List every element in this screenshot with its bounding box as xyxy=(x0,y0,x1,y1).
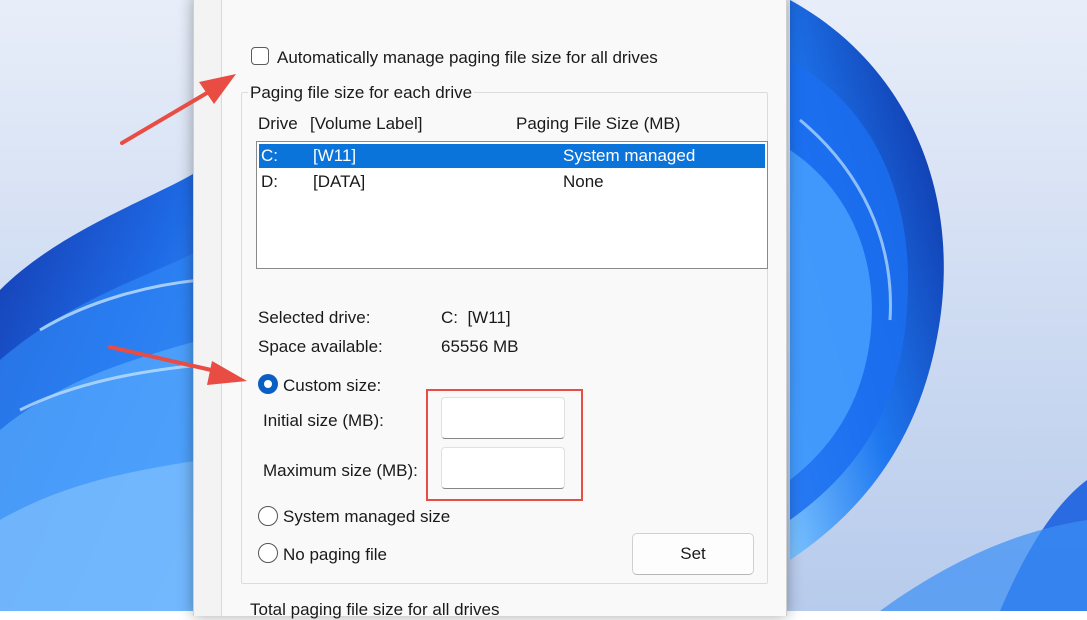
drive-letter: C: xyxy=(261,146,278,165)
drive-volume-label: [DATA] xyxy=(313,172,366,191)
auto-manage-label[interactable]: Automatically manage paging file size fo… xyxy=(277,48,658,68)
space-available-value: 65556 MB xyxy=(441,337,519,356)
drive-paging-size: None xyxy=(563,172,604,191)
system-managed-label[interactable]: System managed size xyxy=(283,507,450,527)
column-header-drive: Drive xyxy=(258,114,298,133)
auto-manage-checkbox[interactable] xyxy=(251,47,269,65)
initial-size-label: Initial size (MB): xyxy=(263,411,384,430)
selected-drive-label: Selected drive: xyxy=(258,308,371,327)
annotation-highlight-box xyxy=(426,389,583,501)
custom-size-label[interactable]: Custom size: xyxy=(283,376,381,396)
drive-paging-size: System managed xyxy=(563,146,696,165)
selected-drive-value: C: [W11] xyxy=(441,308,511,327)
column-header-paging-size: Paging File Size (MB) xyxy=(516,114,681,133)
set-button[interactable]: Set xyxy=(632,533,754,575)
system-managed-radio[interactable] xyxy=(258,506,278,526)
total-paging-label: Total paging file size for all drives xyxy=(250,600,500,619)
no-paging-label[interactable]: No paging file xyxy=(283,545,387,565)
maximum-size-label: Maximum size (MB): xyxy=(263,461,418,480)
drive-list[interactable]: C: [W11] System managed D: [DATA] None xyxy=(256,141,768,269)
group-title: Paging file size for each drive xyxy=(248,83,475,103)
drive-row-c[interactable]: C: [W11] System managed xyxy=(259,144,765,168)
drive-letter: D: xyxy=(261,172,278,191)
space-available-label: Space available: xyxy=(258,337,383,356)
custom-size-radio[interactable] xyxy=(258,374,278,394)
drive-row-d[interactable]: D: [DATA] None xyxy=(259,170,765,194)
column-header-volume-label: [Volume Label] xyxy=(310,114,423,133)
drive-volume-label: [W11] xyxy=(313,146,357,165)
no-paging-radio[interactable] xyxy=(258,543,278,563)
